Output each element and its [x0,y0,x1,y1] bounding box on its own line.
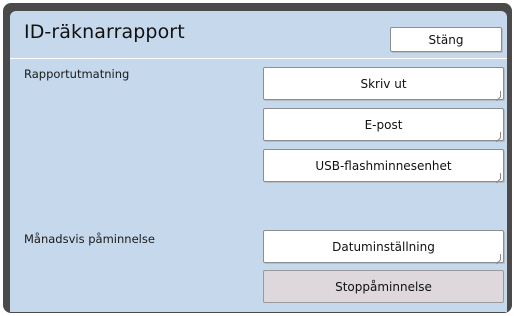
resize-grip-icon [495,254,501,260]
dialog-title: ID-räknarrapport [24,21,185,43]
email-button-label: E-post [364,117,403,132]
resize-grip-icon [495,132,501,138]
report-output-label: Rapportutmatning [24,67,130,81]
stop-reminder-button: Stoppåminnelse [263,270,504,303]
print-button[interactable]: Skriv ut [263,67,504,100]
usb-flash-drive-button[interactable]: USB-flashminnesenhet [263,149,504,182]
date-setting-button-label: Datuminställning [332,239,435,254]
stop-reminder-button-label: Stoppåminnelse [335,279,432,294]
email-button[interactable]: E-post [263,108,504,141]
date-setting-button[interactable]: Datuminställning [263,230,504,263]
close-button-label: Stäng [428,32,464,47]
print-button-label: Skriv ut [360,76,407,91]
resize-grip-icon [495,91,501,97]
monthly-reminder-label: Månadsvis påminnelse [24,232,155,246]
resize-grip-icon [495,173,501,179]
usb-flash-drive-button-label: USB-flashminnesenhet [315,158,452,173]
close-button[interactable]: Stäng [390,27,502,52]
header-divider [10,58,507,59]
